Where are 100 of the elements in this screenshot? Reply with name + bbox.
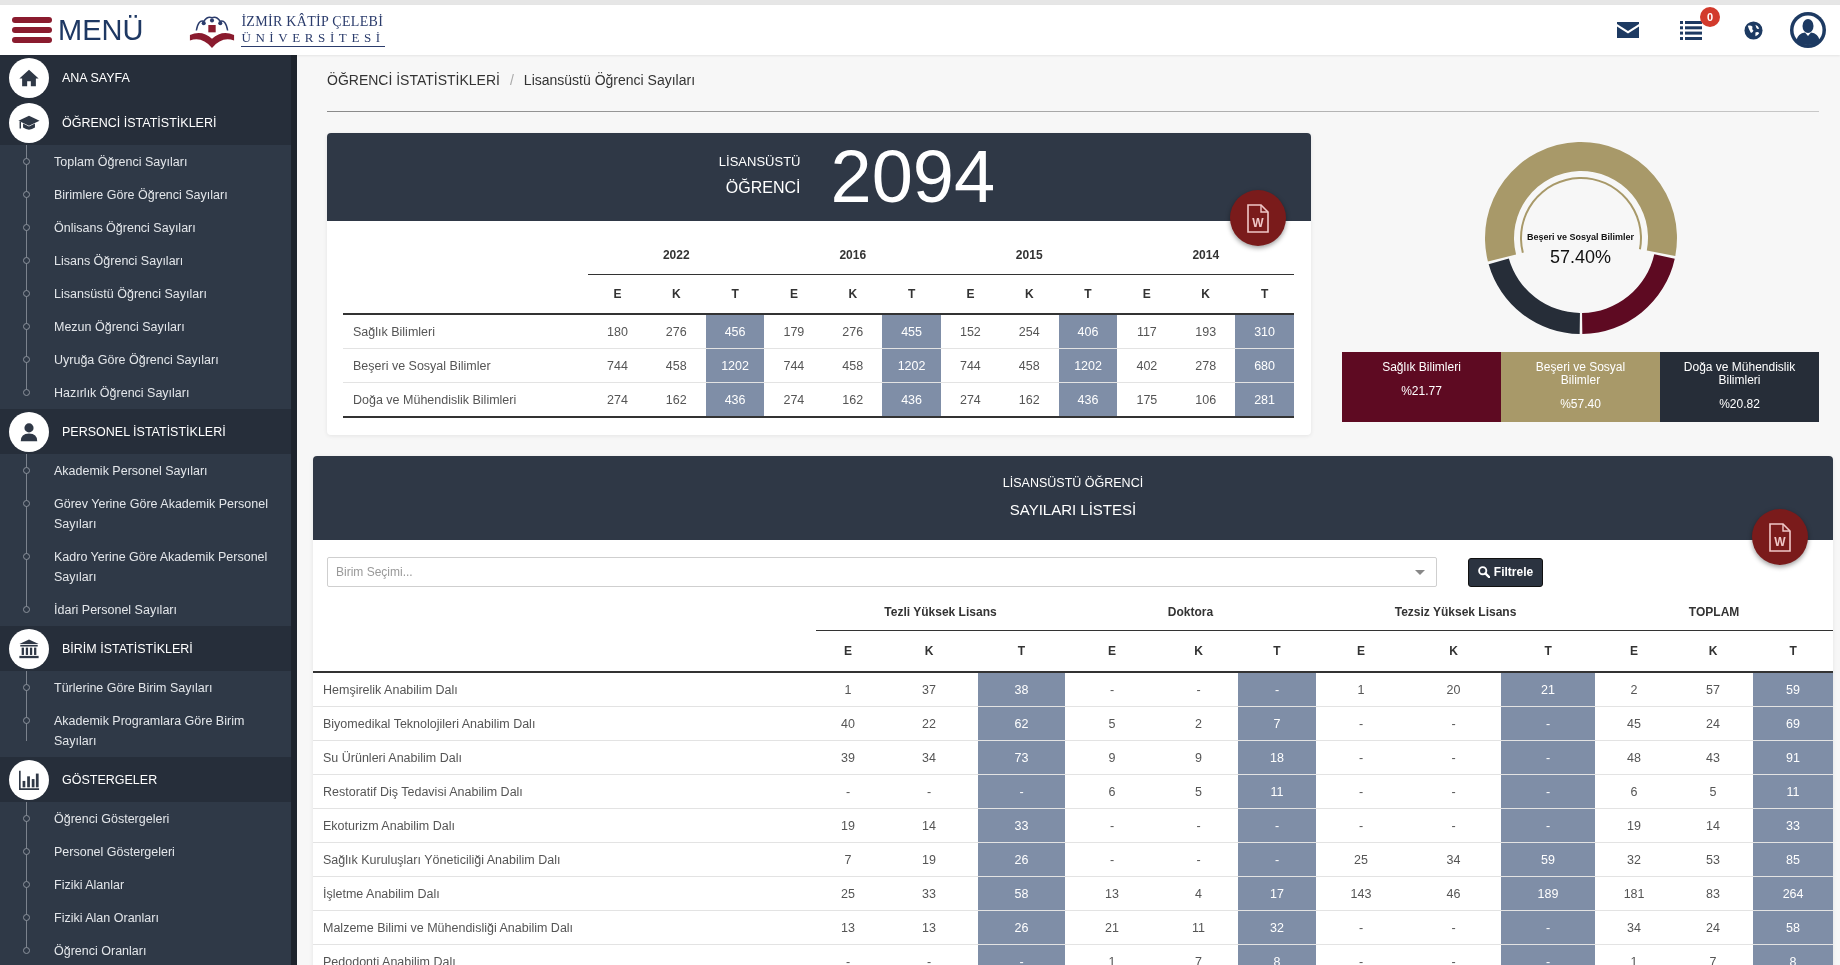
- table-cell: -: [1501, 808, 1596, 843]
- table-cell: 9: [1065, 740, 1159, 775]
- breadcrumb-item[interactable]: ÖĞRENCİ İSTATİSTİKLERİ: [327, 72, 500, 88]
- bank-icon: [9, 628, 49, 669]
- table-cell: 152: [940, 314, 1000, 349]
- sidebar-link[interactable]: Öğrenci Oranları: [0, 934, 291, 965]
- row-label: Beşeri ve Sosyal Bilimler: [343, 348, 588, 383]
- sidebar-link[interactable]: Birimlere Göre Öğrenci Sayıları: [0, 178, 291, 211]
- word-export-button[interactable]: W: [1752, 509, 1808, 565]
- table-cell: 436: [705, 382, 765, 417]
- column-header: E: [764, 274, 824, 314]
- bullet-icon: [23, 257, 30, 264]
- summary-title: ÖĞRENCİ: [725, 177, 801, 198]
- table-cell: 143: [1316, 876, 1407, 911]
- table-cell: 11: [1238, 774, 1317, 809]
- column-header: K: [880, 630, 978, 672]
- table-cell: -: [1316, 706, 1407, 741]
- table-cell: 33: [978, 808, 1065, 843]
- sidebar-scrollbar[interactable]: [291, 55, 297, 965]
- table-cell: 69: [1753, 706, 1834, 741]
- sidebar-link[interactable]: Önlisans Öğrenci Sayıları: [0, 211, 291, 244]
- sidebar-link[interactable]: Personel Göstergeleri: [0, 835, 291, 868]
- word-document-icon: W: [1246, 203, 1270, 233]
- table-cell: 17: [1238, 876, 1317, 911]
- mail-icon[interactable]: [1616, 21, 1640, 39]
- table-cell: -: [1238, 808, 1317, 843]
- table-cell: 40: [816, 706, 880, 741]
- home-icon: [9, 57, 49, 98]
- table-cell: 744: [764, 348, 824, 383]
- bullet-icon: [23, 553, 30, 560]
- table-cell: 45: [1595, 706, 1674, 741]
- column-header: K: [1176, 274, 1236, 314]
- sidebar-link[interactable]: Akademik Programlara Göre Birim Sayıları: [0, 704, 291, 757]
- bullet-icon: [23, 914, 30, 921]
- sidebar-section-header[interactable]: ANA SAYFA: [0, 55, 291, 100]
- sidebar-link[interactable]: Fiziki Alan Oranları: [0, 901, 291, 934]
- table-cell: -: [1065, 808, 1159, 843]
- column-group-header: Tezsiz Yüksek Lisans: [1316, 593, 1596, 631]
- table-cell: 11: [1753, 774, 1834, 809]
- table-cell: 281: [1235, 382, 1294, 417]
- sidebar-link[interactable]: Kadro Yerine Göre Akademik Personel Sayıları: [0, 540, 291, 593]
- table-cell: 5: [1065, 706, 1159, 741]
- sidebar-section-header[interactable]: GÖSTERGELER: [0, 757, 291, 802]
- column-header: K: [1159, 630, 1238, 672]
- table-cell: 73: [978, 740, 1065, 775]
- table-cell: -: [978, 774, 1065, 809]
- word-export-button[interactable]: W: [1230, 190, 1286, 246]
- table-cell: -: [816, 774, 880, 809]
- table-cell: -: [978, 944, 1065, 965]
- column-header: E: [816, 630, 880, 672]
- unit-select-field[interactable]: Birim Seçimi...: [327, 557, 1437, 587]
- table-cell: 59: [1753, 672, 1834, 707]
- column-group-header: 2022: [588, 235, 765, 275]
- legend-label: Doğa ve Mühendislik Bilimleri: [1682, 361, 1797, 387]
- word-document-icon: W: [1768, 522, 1792, 552]
- summary-title: LİSANSÜSTÜ: [718, 154, 801, 170]
- column-group-header: 2016: [764, 235, 941, 275]
- donut-center-label: Beşeri ve Sosyal Bilimler: [1526, 230, 1635, 244]
- table-cell: 18: [1238, 740, 1317, 775]
- table-cell: 48: [1595, 740, 1674, 775]
- sidebar-link[interactable]: İdari Personel Sayıları: [0, 593, 291, 626]
- sidebar-link[interactable]: Akademik Personel Sayıları: [0, 454, 291, 487]
- avatar-icon[interactable]: [1790, 12, 1826, 48]
- sidebar-link[interactable]: Mezun Öğrenci Sayıları: [0, 310, 291, 343]
- globe-icon[interactable]: [1744, 20, 1763, 40]
- sidebar-section-header[interactable]: PERSONEL İSTATİSTİKLERİ: [0, 409, 291, 454]
- sidebar-section-header[interactable]: BİRİM İSTATİSTİKLERİ: [0, 626, 291, 671]
- table-cell: 254: [999, 314, 1059, 349]
- row-label: Doğa ve Mühendislik Bilimleri: [343, 382, 588, 417]
- table-cell: 62: [978, 706, 1065, 741]
- column-group-header: 2014: [1117, 235, 1294, 275]
- sidebar-link[interactable]: Görev Yerine Göre Akademik Personel Sayıları: [0, 487, 291, 540]
- column-group-header: TOPLAM: [1595, 593, 1834, 631]
- table-cell: 32: [1595, 842, 1674, 877]
- column-group-header: Doktora: [1065, 593, 1317, 631]
- sidebar-link[interactable]: Lisans Öğrenci Sayıları: [0, 244, 291, 277]
- sidebar-link[interactable]: Öğrenci Göstergeleri: [0, 802, 291, 835]
- table-cell: -: [1316, 944, 1407, 965]
- table-cell: 26: [978, 842, 1065, 877]
- table-cell: -: [816, 944, 880, 965]
- sidebar-link[interactable]: Türlerine Göre Birim Sayıları: [0, 671, 291, 704]
- table-cell: 85: [1753, 842, 1834, 877]
- sidebar-link[interactable]: Toplam Öğrenci Sayıları: [0, 145, 291, 178]
- legend-label: Sağlık Bilimleri: [1382, 361, 1461, 374]
- sidebar-section-header[interactable]: ÖĞRENCİ İSTATİSTİKLERİ: [0, 100, 291, 145]
- column-header: K: [1673, 630, 1754, 672]
- menu-button[interactable]: MENÜ: [12, 15, 144, 45]
- sidebar-link[interactable]: Lisansüstü Öğrenci Sayıları: [0, 277, 291, 310]
- table-cell: 2: [1595, 672, 1674, 707]
- list-icon[interactable]: [1680, 20, 1702, 40]
- sidebar-link[interactable]: Uyruğa Göre Öğrenci Sayıları: [0, 343, 291, 376]
- list-title: LİSANSÜSTÜ ÖĞRENCİ: [1002, 475, 1144, 491]
- sidebar-link[interactable]: Fiziki Alanlar: [0, 868, 291, 901]
- table-cell: 7: [1238, 706, 1317, 741]
- sidebar-link[interactable]: Hazırlık Öğrenci Sayıları: [0, 376, 291, 409]
- table-cell: 6: [1595, 774, 1674, 809]
- table-cell: -: [1501, 774, 1596, 809]
- table-cell: 58: [978, 876, 1065, 911]
- filter-button[interactable]: Filtrele: [1468, 557, 1543, 587]
- table-cell: 680: [1235, 348, 1294, 383]
